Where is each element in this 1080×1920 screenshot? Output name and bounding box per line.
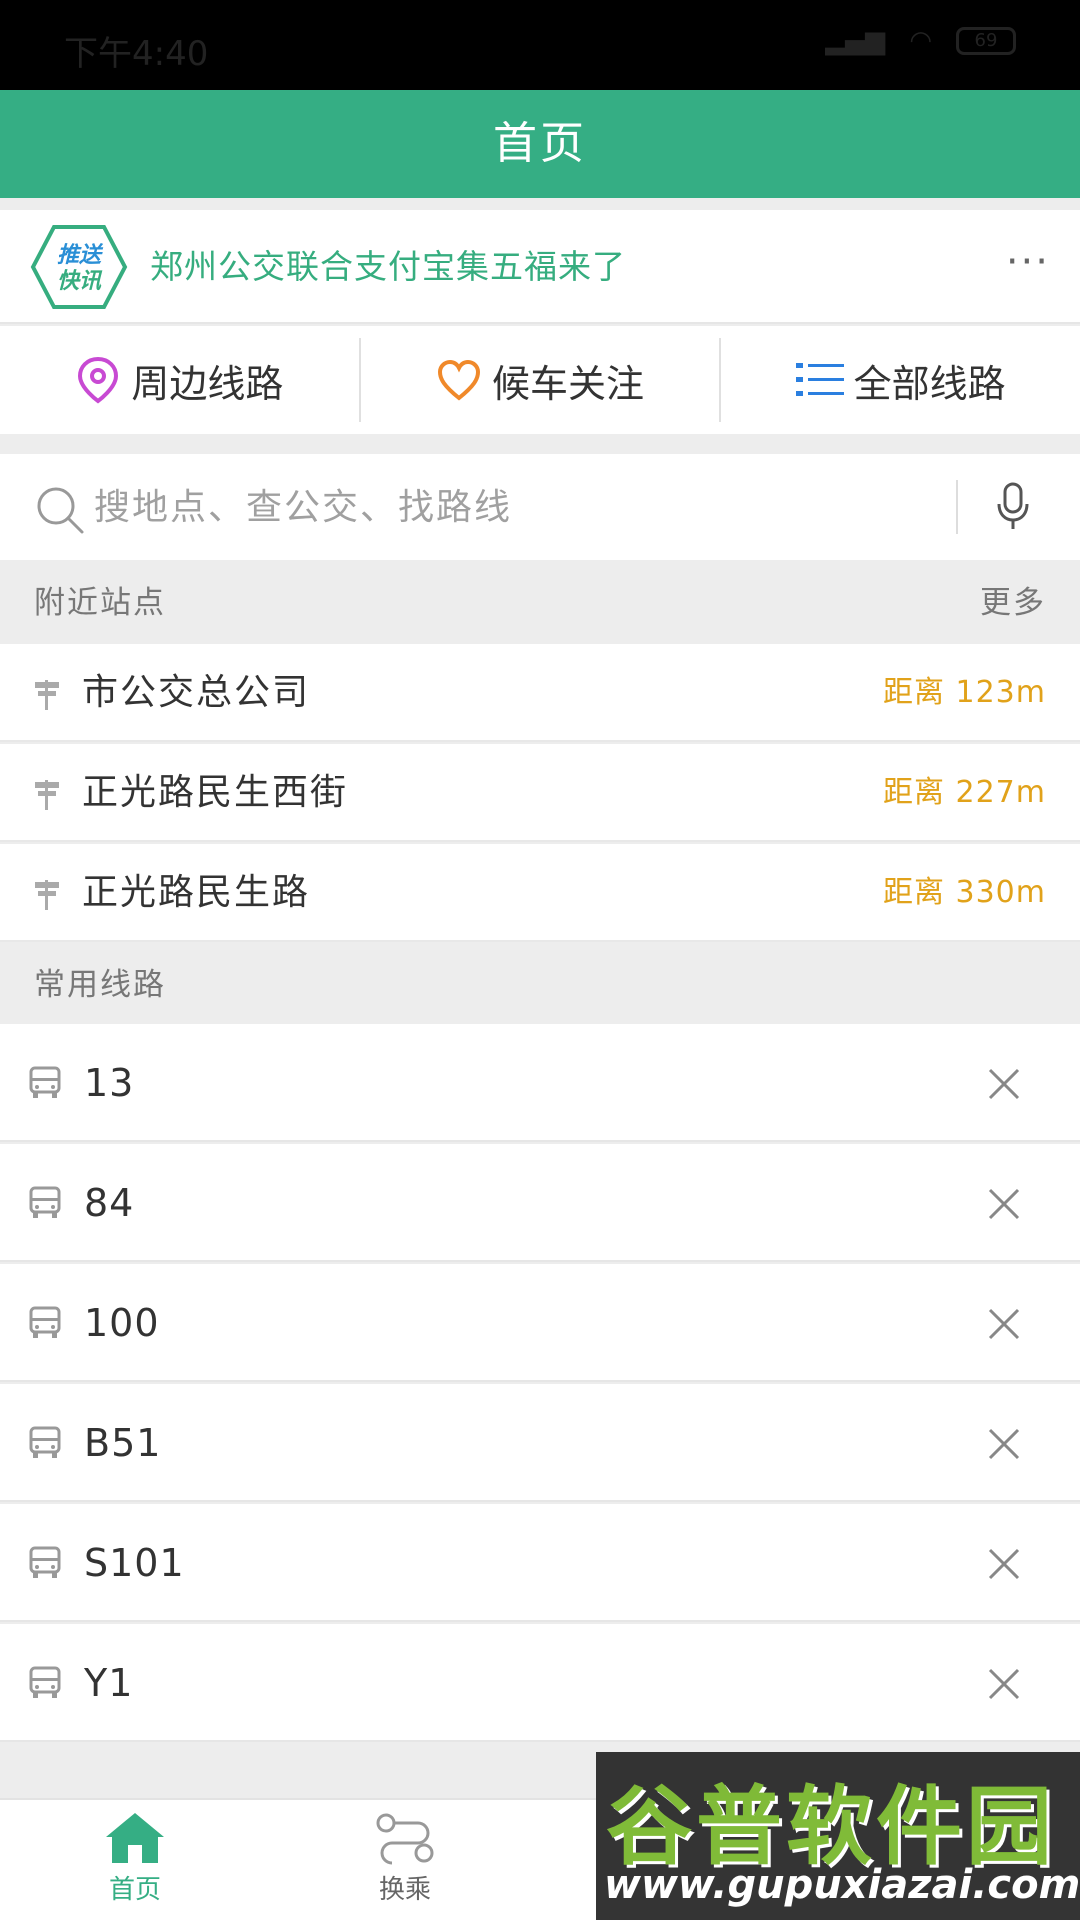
- route-name: 100: [84, 1301, 160, 1345]
- bus-icon: [29, 1066, 61, 1098]
- status-icons: ▂▄▆ ◠ 69: [825, 26, 1016, 56]
- wifi-icon: ◠: [909, 26, 932, 56]
- route-item[interactable]: B51: [0, 1384, 1080, 1502]
- quick-links: 周边线路 候车关注 全部线路: [0, 326, 1080, 434]
- news-text[interactable]: 郑州公交联合支付宝集五福来了: [150, 210, 626, 324]
- station-item[interactable]: 正光路民生路 距离 330m: [0, 844, 1080, 942]
- route-item[interactable]: 100: [0, 1264, 1080, 1382]
- svg-text:推送: 推送: [57, 243, 104, 268]
- quick-link-label: 候车关注: [492, 361, 645, 406]
- close-icon[interactable]: [986, 1306, 1022, 1342]
- bus-stop-icon: [35, 780, 59, 810]
- station-item[interactable]: 正光路民生西街 距离 227m: [0, 744, 1080, 842]
- tab-label: 首页: [108, 1875, 161, 1905]
- quick-link-label: 周边线路: [131, 361, 284, 406]
- bus-stop-icon: [35, 680, 59, 710]
- section-title: 常用线路: [34, 967, 166, 1003]
- search-icon: [37, 487, 84, 534]
- section-title: 附近站点: [34, 585, 166, 621]
- nearby-section-header: 附近站点 更多: [0, 560, 1080, 642]
- more-link[interactable]: 更多: [980, 560, 1046, 646]
- more-icon[interactable]: ···: [1006, 210, 1050, 314]
- route-name: B51: [84, 1421, 162, 1465]
- divider: [956, 480, 958, 534]
- route-name: Y1: [84, 1661, 134, 1705]
- news-badge-icon: 推送 快讯: [30, 225, 128, 309]
- battery-icon: 69: [956, 27, 1016, 55]
- bus-icon: [29, 1546, 61, 1578]
- route-name: 84: [84, 1181, 135, 1225]
- common-routes-section-header: 常用线路: [0, 942, 1080, 1024]
- status-bar: 下午4:40 ▂▄▆ ◠ 69: [0, 0, 1080, 90]
- heart-icon: [437, 359, 481, 401]
- page-title: 首页: [0, 90, 1080, 198]
- close-icon[interactable]: [986, 1426, 1022, 1462]
- quick-link-all-routes[interactable]: 全部线路: [721, 326, 1080, 434]
- station-distance: 距离 330m: [882, 875, 1046, 910]
- route-name: S101: [84, 1541, 185, 1585]
- watermark: 谷普软件园 www.gupuxiazai.com: [596, 1752, 1080, 1920]
- bus-stop-icon: [35, 880, 59, 910]
- status-time: 下午4:40: [64, 34, 209, 74]
- station-item[interactable]: 市公交总公司 距离 123m: [0, 644, 1080, 742]
- bus-icon: [29, 1186, 61, 1218]
- microphone-icon[interactable]: [996, 482, 1030, 532]
- quick-link-nearby-routes[interactable]: 周边线路: [0, 326, 359, 434]
- close-icon[interactable]: [986, 1066, 1022, 1102]
- route-item[interactable]: 84: [0, 1144, 1080, 1262]
- tab-transfer[interactable]: 换乘: [270, 1800, 540, 1920]
- route-item[interactable]: S101: [0, 1504, 1080, 1622]
- station-distance: 距离 123m: [882, 675, 1046, 710]
- station-name: 正光路民生路: [82, 872, 311, 913]
- route-item[interactable]: 13: [0, 1024, 1080, 1142]
- list-icon: [795, 363, 844, 396]
- route-item[interactable]: Y1: [0, 1624, 1080, 1742]
- search-bar: [0, 454, 1080, 560]
- transfer-icon: [376, 1813, 434, 1865]
- news-banner[interactable]: 推送 快讯 郑州公交联合支付宝集五福来了 ···: [0, 210, 1080, 324]
- close-icon[interactable]: [986, 1186, 1022, 1222]
- station-distance: 距离 227m: [882, 775, 1046, 810]
- close-icon[interactable]: [986, 1666, 1022, 1702]
- search-input[interactable]: [94, 454, 934, 560]
- bus-icon: [29, 1666, 61, 1698]
- svg-text:快讯: 快讯: [57, 269, 103, 294]
- watermark-url: www.gupuxiazai.com: [604, 1862, 1080, 1908]
- route-name: 13: [84, 1061, 135, 1105]
- tab-home[interactable]: 首页: [0, 1800, 270, 1920]
- tab-label: 换乘: [378, 1875, 431, 1905]
- quick-link-watch[interactable]: 候车关注: [361, 326, 720, 434]
- station-name: 正光路民生西街: [82, 772, 349, 813]
- close-icon[interactable]: [986, 1546, 1022, 1582]
- station-name: 市公交总公司: [82, 672, 311, 713]
- home-icon: [106, 1813, 164, 1863]
- quick-link-label: 全部线路: [853, 361, 1006, 406]
- bus-icon: [29, 1426, 61, 1458]
- signal-icon: ▂▄▆: [825, 26, 886, 56]
- bus-icon: [29, 1306, 61, 1338]
- location-pin-icon: [78, 356, 119, 404]
